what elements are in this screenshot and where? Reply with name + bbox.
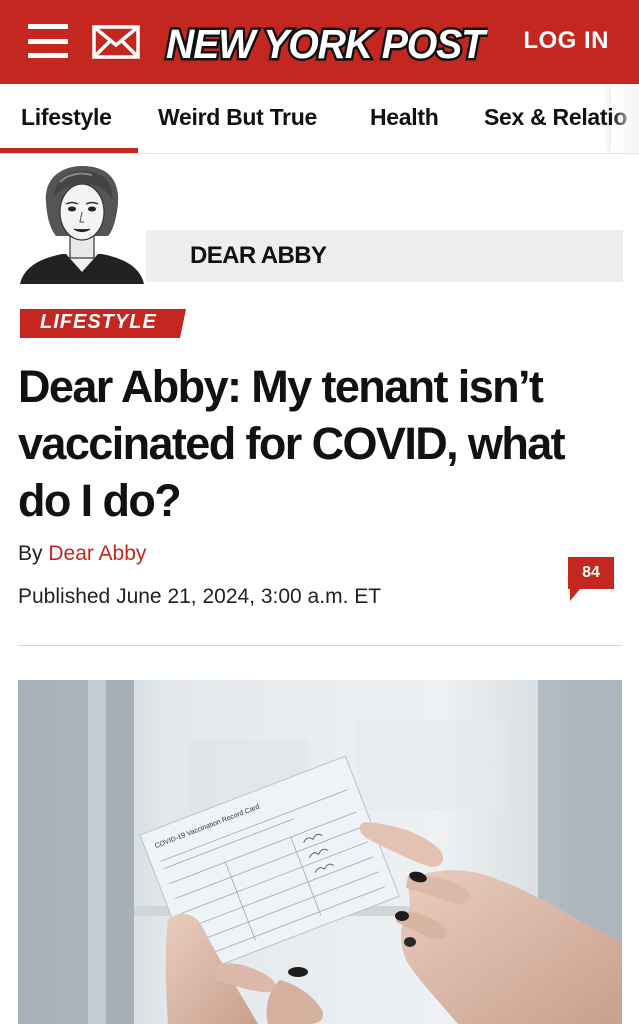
- byline-prefix: By: [18, 542, 43, 565]
- comment-count[interactable]: 84: [568, 564, 614, 582]
- category-tag[interactable]: LIFESTYLE: [40, 311, 157, 334]
- columnist-name[interactable]: DEAR ABBY: [190, 242, 327, 270]
- section-tab-health[interactable]: Health: [370, 104, 439, 131]
- columnist-portrait[interactable]: [16, 162, 148, 284]
- scroll-fade: [611, 84, 639, 153]
- byline: By Dear Abby: [18, 542, 146, 566]
- section-tab-weird-but-true[interactable]: Weird But True: [158, 104, 317, 131]
- divider: [18, 645, 622, 646]
- section-tab-sex-relationships[interactable]: Sex & Relatio: [484, 104, 627, 131]
- mail-icon[interactable]: [92, 25, 140, 59]
- hero-image[interactable]: COVID-19 Vaccination Record Card: [18, 680, 622, 1024]
- svg-text:NEW YORK POST: NEW YORK POST: [166, 21, 488, 67]
- section-nav: Lifestyle Weird But True Health Sex & Re…: [0, 84, 639, 154]
- publish-date: Published June 21, 2024, 3:00 a.m. ET: [18, 585, 382, 608]
- login-button[interactable]: LOG IN: [523, 27, 609, 55]
- site-logo[interactable]: NEW YORK POST: [162, 16, 489, 69]
- author-link[interactable]: Dear Abby: [48, 542, 146, 565]
- article-headline: Dear Abby: My tenant isn’t vaccinated fo…: [18, 361, 566, 526]
- section-tab-lifestyle[interactable]: Lifestyle: [21, 104, 112, 131]
- menu-icon[interactable]: [28, 24, 68, 58]
- site-header: NEW YORK POST LOG IN: [0, 0, 639, 84]
- active-tab-indicator: [0, 148, 138, 153]
